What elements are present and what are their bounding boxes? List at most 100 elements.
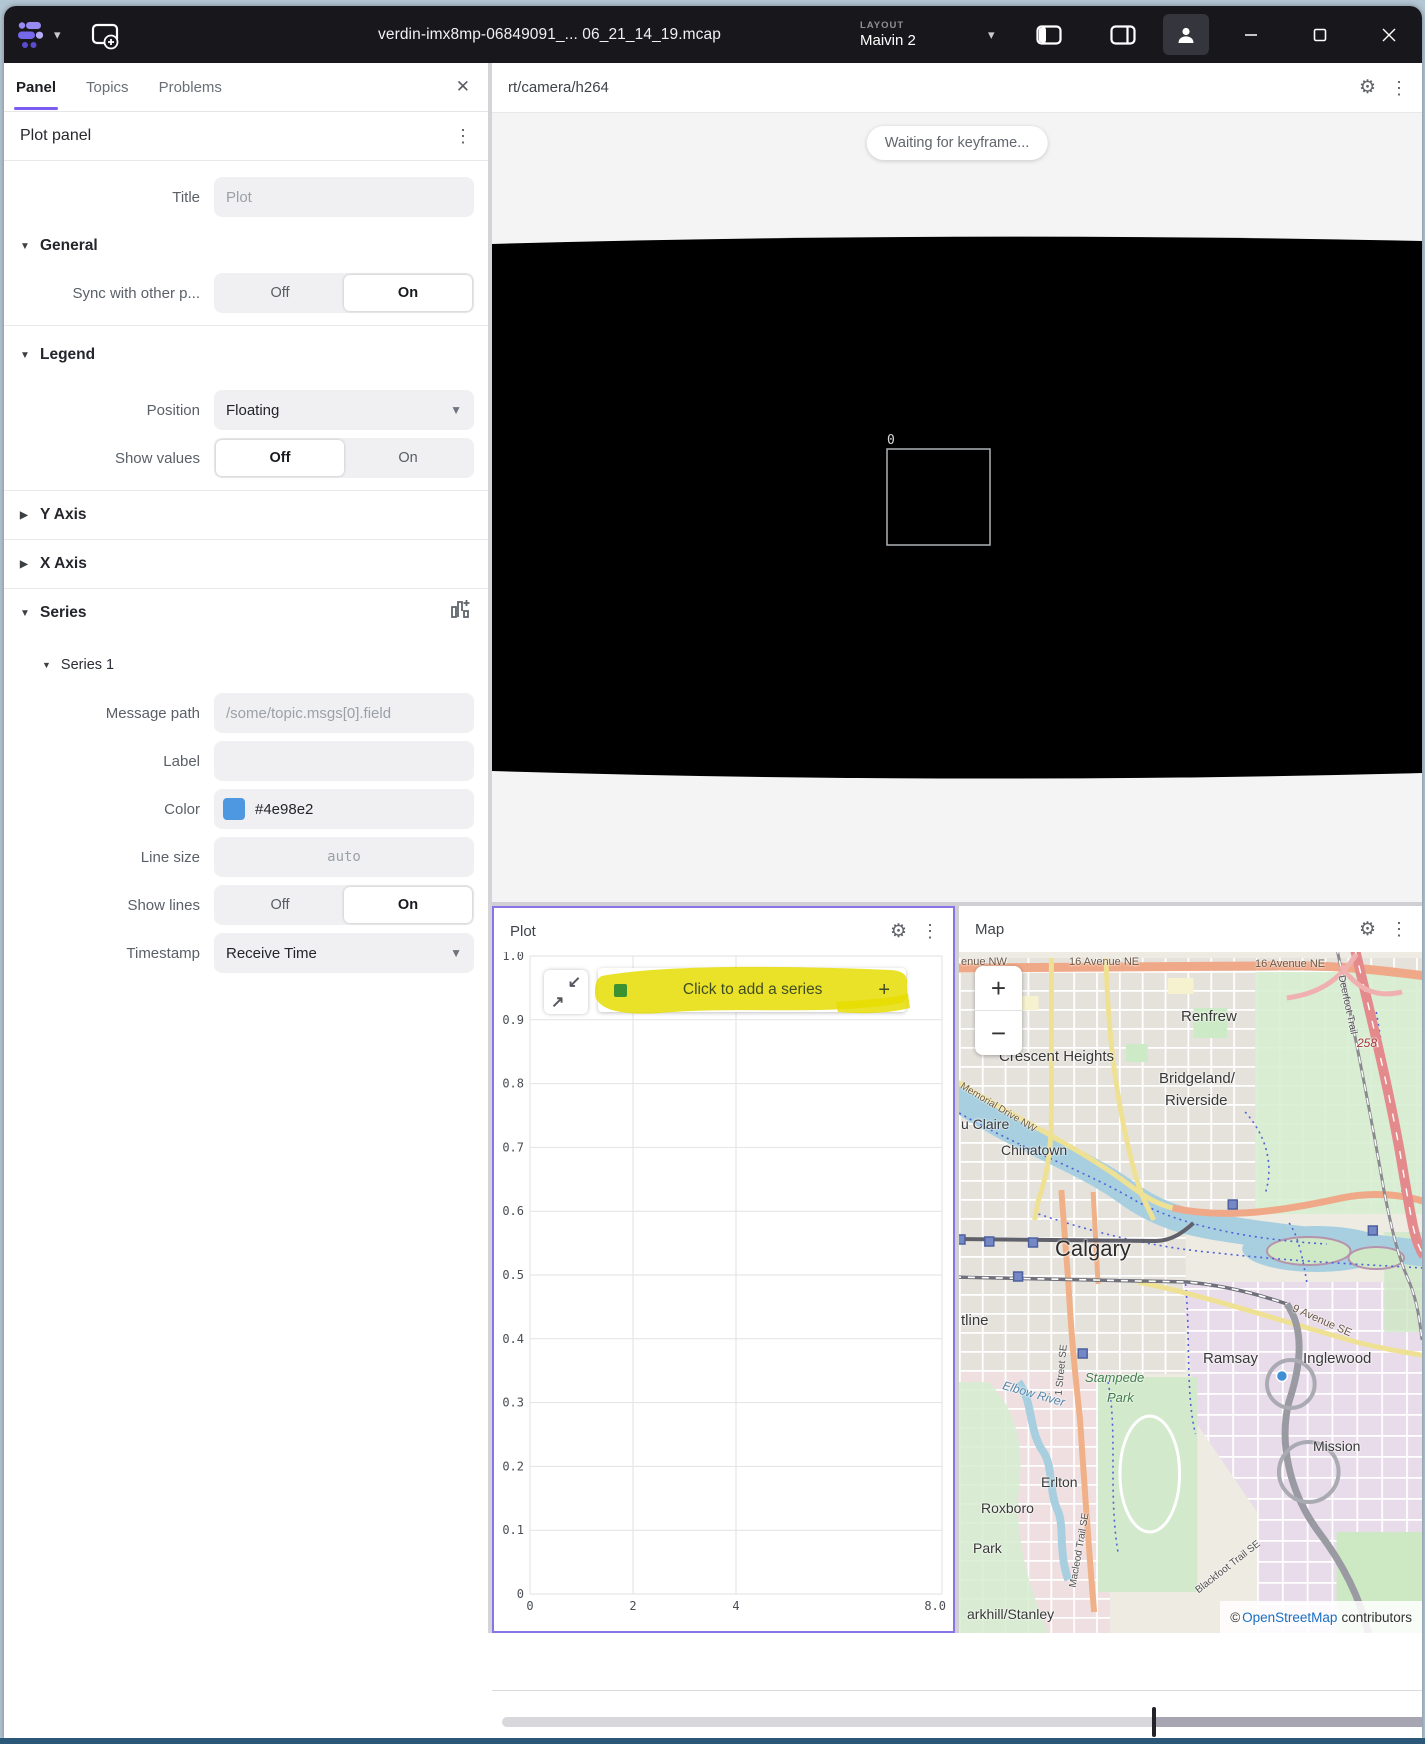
line-size-input[interactable] <box>214 837 474 877</box>
panel-settings-title: Plot panel <box>20 127 92 144</box>
playhead[interactable] <box>1152 1707 1156 1737</box>
tab-problems[interactable]: Problems <box>157 65 224 110</box>
chevron-down-icon: ▾ <box>988 26 995 42</box>
title-bar: ▾ verdin-imx8mp-06849091_... 06_21_14_19… <box>4 6 1422 63</box>
add-panel-icon <box>91 23 119 49</box>
position-select[interactable]: Floating ▼ <box>214 390 474 430</box>
plot-panel[interactable]: Plot ⚙ ⋮ 1.0 0.9 0.8 0.7 0.6 0.5 0.4 0.3 0.2 0.1 0… <box>492 906 955 1633</box>
waiting-toast: Waiting for keyframe... <box>866 126 1048 160</box>
layout-selector[interactable]: LAYOUT Maivin 2 <box>860 6 916 63</box>
title-field-label: Title <box>172 188 200 206</box>
kebab-menu-icon[interactable]: ⋮ <box>454 127 472 145</box>
detection-id-label: 0 <box>887 433 895 448</box>
svg-text:0.1: 0.1 <box>502 1523 524 1537</box>
close-sidebar-icon[interactable]: ✕ <box>456 77 470 97</box>
svg-text:8.0: 8.0 <box>924 1599 946 1613</box>
section-y-axis[interactable]: ▶ Y Axis <box>4 491 488 539</box>
tab-topics[interactable]: Topics <box>84 65 131 110</box>
add-series-icon[interactable] <box>448 597 472 621</box>
chevron-expanded-icon: ▼ <box>42 660 51 670</box>
add-series-button-label: Click to add a series <box>682 981 823 998</box>
svg-text:0.3: 0.3 <box>502 1396 524 1410</box>
sync-off-option[interactable]: Off <box>216 275 344 311</box>
maximize-button[interactable] <box>1297 6 1343 63</box>
layout-chevron[interactable]: ▾ <box>988 6 995 63</box>
attribution-suffix: contributors <box>1341 1609 1412 1625</box>
user-account-button[interactable] <box>1163 14 1209 55</box>
chevron-expanded-icon: ▼ <box>20 349 30 361</box>
section-general[interactable]: ▼ General <box>4 227 488 265</box>
screenshot: ▾ verdin-imx8mp-06849091_... 06_21_14_19… <box>0 0 1425 1744</box>
maximize-icon <box>1313 28 1327 41</box>
settings-sidebar: Panel Topics Problems ✕ Plot panel ⋮ Tit… <box>4 63 488 1633</box>
color-input[interactable]: #4e98e2 <box>214 789 474 829</box>
toggle-right-sidebar-button[interactable] <box>1110 6 1136 63</box>
camera-panel[interactable]: rt/camera/h264 ⚙ ⋮ Waiting for keyframe.… <box>492 63 1422 902</box>
map-label: Roxboro <box>981 1500 1034 1516</box>
app-logo-button[interactable]: ▾ <box>16 6 61 63</box>
map-panel[interactable]: Map ⚙ ⋮ enue NW 16 Avenue NE 16 Avenue N… <box>959 906 1422 1633</box>
chevron-expanded-icon: ▼ <box>20 607 30 619</box>
svg-text:0.9: 0.9 <box>502 1013 524 1027</box>
show-values-off-option[interactable]: Off <box>216 440 344 476</box>
minimize-button[interactable] <box>1228 6 1274 63</box>
show-lines-label: Show lines <box>127 896 200 914</box>
svg-text:0.6: 0.6 <box>502 1204 524 1218</box>
app-window: ▾ verdin-imx8mp-06849091_... 06_21_14_19… <box>4 6 1422 1739</box>
kebab-menu-icon[interactable]: ⋮ <box>921 922 939 940</box>
layout-caption: LAYOUT <box>860 20 905 31</box>
svg-text:0.4: 0.4 <box>502 1332 524 1346</box>
svg-text:0.8: 0.8 <box>502 1077 524 1091</box>
map-panel-title: Map <box>975 920 1005 938</box>
map-label: Ramsay <box>1203 1350 1259 1367</box>
show-lines-off-option[interactable]: Off <box>216 887 344 923</box>
message-path-input[interactable] <box>214 693 474 733</box>
openstreetmap-link[interactable]: OpenStreetMap <box>1242 1610 1337 1625</box>
settings-gear-icon[interactable]: ⚙ <box>1359 78 1376 97</box>
timeline-track-played[interactable] <box>502 1717 1154 1727</box>
settings-gear-icon[interactable]: ⚙ <box>890 922 907 941</box>
toggle-left-sidebar-button[interactable] <box>1036 6 1062 63</box>
close-window-button[interactable] <box>1366 6 1412 63</box>
map-attribution: © OpenStreetMap contributors <box>1220 1601 1422 1633</box>
show-lines-on-option[interactable]: On <box>344 887 472 923</box>
show-values-toggle: Off On <box>214 438 474 478</box>
map-label: 16 Avenue NE <box>1069 956 1140 968</box>
section-legend[interactable]: ▼ Legend <box>4 336 488 374</box>
title-input[interactable] <box>214 177 474 217</box>
color-swatch[interactable] <box>223 798 245 820</box>
series-1-header[interactable]: ▼ Series 1 <box>4 645 488 685</box>
chevron-down-icon: ▼ <box>450 403 462 417</box>
section-series[interactable]: ▼ Series <box>4 589 488 637</box>
section-series-label: Series <box>40 604 87 621</box>
video-frame: 0 <box>492 236 1422 779</box>
series-label-input[interactable] <box>214 741 474 781</box>
kebab-menu-icon[interactable]: ⋮ <box>1390 920 1408 938</box>
svg-text:0.7: 0.7 <box>502 1140 524 1154</box>
arrow-up-right-icon: ↗ <box>551 994 565 1011</box>
add-panel-button[interactable] <box>90 6 122 63</box>
line-size-label: Line size <box>140 848 200 866</box>
collapse-legend-button[interactable]: ↙ ↗ <box>544 970 588 1014</box>
layout-name: Maivin 2 <box>860 32 916 49</box>
map-panel-header: Map ⚙ ⋮ <box>959 906 1422 953</box>
timeline-track-remaining[interactable] <box>1154 1717 1422 1727</box>
zoom-in-button[interactable]: + <box>975 966 1022 1011</box>
sync-on-option[interactable]: On <box>344 275 472 311</box>
map-canvas[interactable]: enue NW 16 Avenue NE 16 Avenue NE Renfrew 25… <box>959 952 1422 1633</box>
current-position-marker <box>1275 1369 1289 1383</box>
section-x-axis[interactable]: ▶ X Axis <box>4 540 488 588</box>
show-values-on-option[interactable]: On <box>344 440 472 476</box>
tab-panel[interactable]: Panel <box>14 65 59 110</box>
svg-text:4: 4 <box>732 1599 739 1613</box>
show-values-label: Show values <box>114 449 200 467</box>
timestamp-select[interactable]: Receive Time ▼ <box>214 933 474 973</box>
plot-panel-title: Plot <box>510 922 536 940</box>
color-label: Color <box>164 800 200 818</box>
map-label: Erlton <box>1041 1474 1078 1490</box>
zoom-out-button[interactable]: − <box>975 1011 1022 1055</box>
add-series-button[interactable]: Click to add a series + <box>598 968 906 1012</box>
kebab-menu-icon[interactable]: ⋮ <box>1390 79 1408 97</box>
map-label: tline <box>961 1312 989 1329</box>
settings-gear-icon[interactable]: ⚙ <box>1359 920 1376 939</box>
